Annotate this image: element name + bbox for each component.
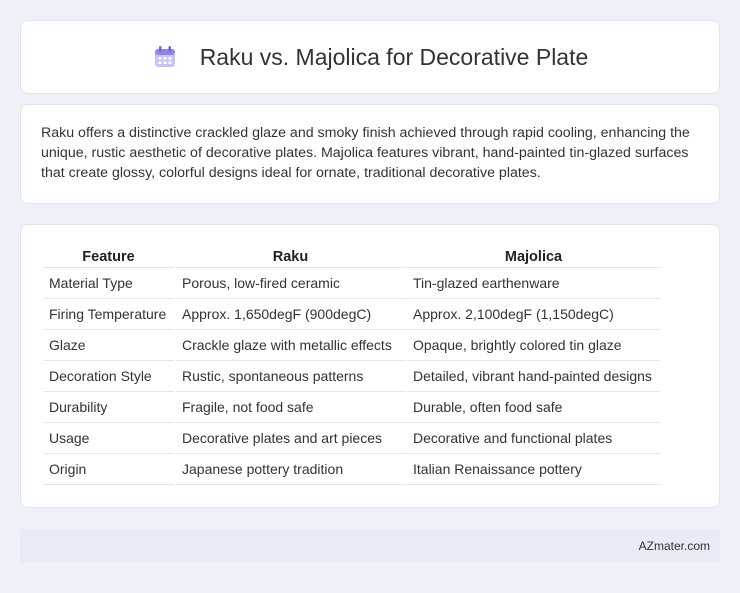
table-row: Decoration Style Rustic, spontaneous pat… <box>43 361 660 392</box>
comparison-table: Feature Raku Majolica Material Type Poro… <box>41 247 662 485</box>
majolica-cell: Approx. 2,100degF (1,150degC) <box>407 299 660 330</box>
footer-site-link[interactable]: AZmater.com <box>639 539 710 553</box>
comparison-card: Feature Raku Majolica Material Type Poro… <box>20 224 720 508</box>
feature-cell: Firing Temperature <box>43 299 174 330</box>
raku-cell: Crackle glaze with metallic effects <box>176 330 405 361</box>
feature-cell: Material Type <box>43 268 174 299</box>
header-majolica: Majolica <box>407 247 660 268</box>
header-raku: Raku <box>176 247 405 268</box>
majolica-cell: Decorative and functional plates <box>407 423 660 454</box>
table-row: Glaze Crackle glaze with metallic effect… <box>43 330 660 361</box>
raku-cell: Decorative plates and art pieces <box>176 423 405 454</box>
table-row: Origin Japanese pottery tradition Italia… <box>43 454 660 485</box>
feature-cell: Durability <box>43 392 174 423</box>
feature-cell: Usage <box>43 423 174 454</box>
intro-paragraph: Raku offers a distinctive crackled glaze… <box>41 125 690 181</box>
majolica-cell: Italian Renaissance pottery <box>407 454 660 485</box>
header-feature: Feature <box>43 247 174 268</box>
title-card: Raku vs. Majolica for Decorative Plate <box>20 20 720 94</box>
table-row: Material Type Porous, low-fired ceramic … <box>43 268 660 299</box>
calendar-icon <box>152 44 178 70</box>
intro-card: Raku offers a distinctive crackled glaze… <box>20 104 720 204</box>
feature-cell: Decoration Style <box>43 361 174 392</box>
raku-cell: Approx. 1,650degF (900degC) <box>176 299 405 330</box>
table-row: Usage Decorative plates and art pieces D… <box>43 423 660 454</box>
majolica-cell: Durable, often food safe <box>407 392 660 423</box>
raku-cell: Rustic, spontaneous patterns <box>176 361 405 392</box>
table-header-row: Feature Raku Majolica <box>43 247 660 268</box>
majolica-cell: Opaque, brightly colored tin glaze <box>407 330 660 361</box>
majolica-cell: Tin-glazed earthenware <box>407 268 660 299</box>
raku-cell: Porous, low-fired ceramic <box>176 268 405 299</box>
feature-cell: Glaze <box>43 330 174 361</box>
raku-cell: Japanese pottery tradition <box>176 454 405 485</box>
footer-bar: AZmater.com <box>20 529 720 562</box>
majolica-cell: Detailed, vibrant hand-painted designs <box>407 361 660 392</box>
feature-cell: Origin <box>43 454 174 485</box>
page-title: Raku vs. Majolica for Decorative Plate <box>199 43 589 70</box>
table-row: Firing Temperature Approx. 1,650degF (90… <box>43 299 660 330</box>
table-row: Durability Fragile, not food safe Durabl… <box>43 392 660 423</box>
raku-cell: Fragile, not food safe <box>176 392 405 423</box>
